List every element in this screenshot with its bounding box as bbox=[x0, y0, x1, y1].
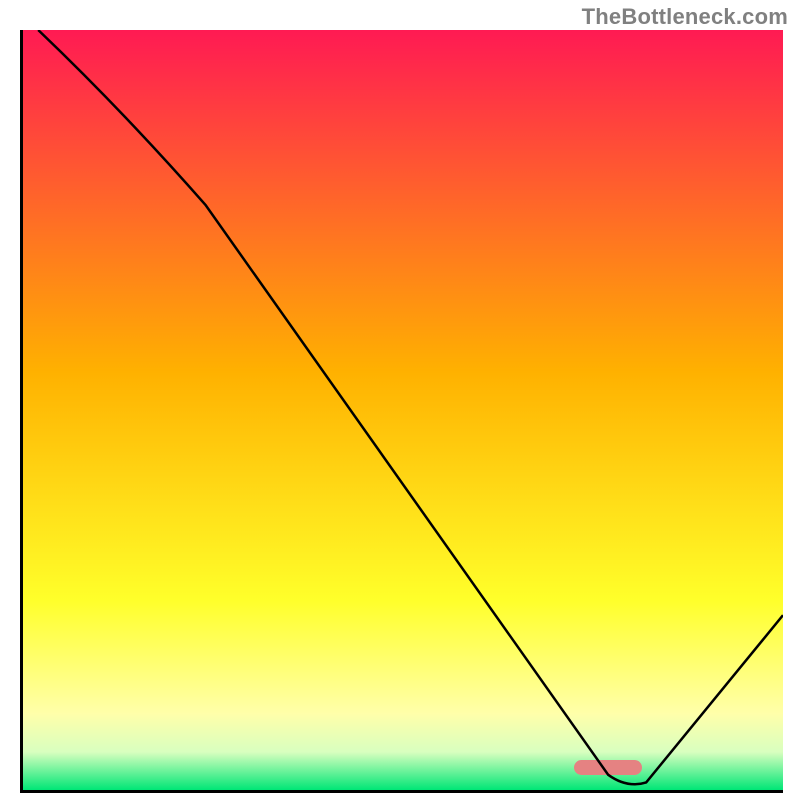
curve-line bbox=[23, 30, 783, 790]
plot-area bbox=[20, 30, 783, 793]
attribution-text: TheBottleneck.com bbox=[582, 4, 788, 30]
